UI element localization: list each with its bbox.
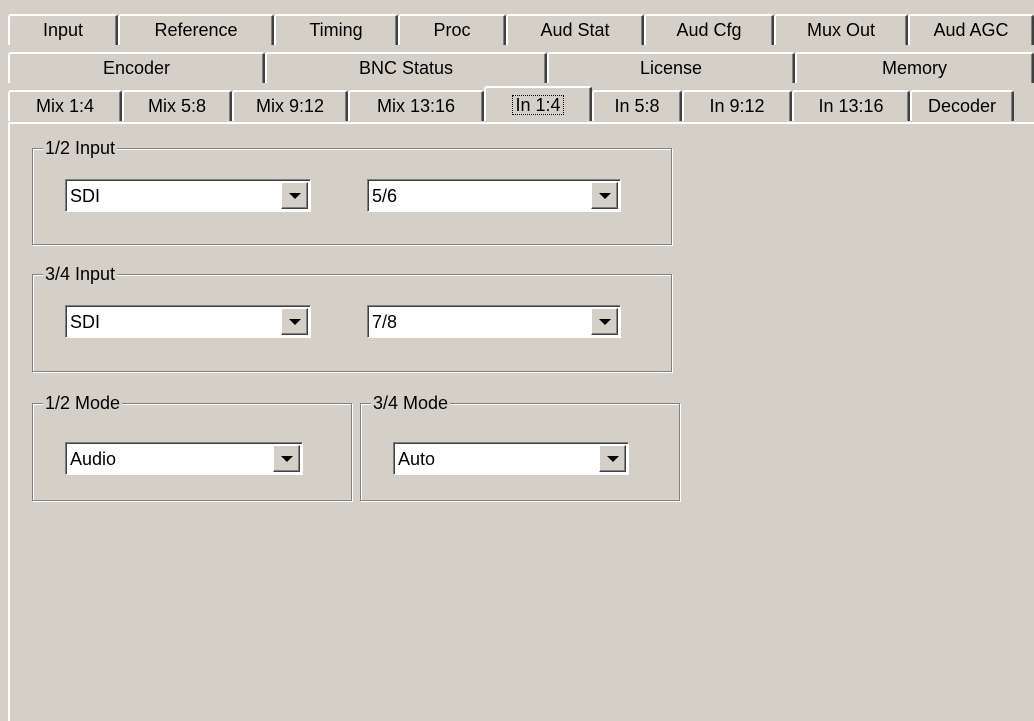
chevron-down-icon xyxy=(598,192,611,199)
chevron-down-icon xyxy=(606,455,619,462)
select-value: SDI xyxy=(70,186,101,206)
tab-page-in-1-4: 1/2 Input SDI 5/6 3/4 Input SDI 7/8 1/2 … xyxy=(8,122,1034,721)
select-value: 5/6 xyxy=(372,186,398,206)
group-mode-3-4: 3/4 Mode Auto xyxy=(360,392,680,501)
tab-label: Mix 13:16 xyxy=(376,96,456,116)
chevron-down-icon xyxy=(288,318,301,325)
group-input-3-4: 3/4 Input SDI 7/8 xyxy=(32,263,672,372)
chevron-down-icon xyxy=(280,455,293,462)
tab-decoder[interactable]: Decoder xyxy=(910,90,1014,121)
tab-label: Aud Cfg xyxy=(676,20,742,40)
group-title: 1/2 Mode xyxy=(43,392,123,414)
input-1-2-pair-select[interactable]: 5/6 xyxy=(367,179,621,212)
mode-3-4-select[interactable]: Auto xyxy=(393,442,629,475)
tab-label: Proc xyxy=(433,20,471,40)
tab-timing[interactable]: Timing xyxy=(274,14,398,45)
input-1-2-source-select[interactable]: SDI xyxy=(65,179,311,212)
chevron-down-icon xyxy=(598,318,611,325)
tab-aud-stat[interactable]: Aud Stat xyxy=(506,14,644,45)
tab-label: Reference xyxy=(154,20,238,40)
group-title: 3/4 Mode xyxy=(371,392,451,414)
tab-in-13-16[interactable]: In 13:16 xyxy=(792,90,910,121)
tab-label: License xyxy=(639,58,703,78)
tab-label: Timing xyxy=(309,20,363,40)
tab-mix-9-12[interactable]: Mix 9:12 xyxy=(232,90,348,121)
group-mode-1-2: 1/2 Mode Audio xyxy=(32,392,352,501)
select-value: SDI xyxy=(70,312,101,332)
tab-in-5-8[interactable]: In 5:8 xyxy=(592,90,682,121)
tab-reference[interactable]: Reference xyxy=(118,14,274,45)
tab-mix-13-16[interactable]: Mix 13:16 xyxy=(348,90,484,121)
select-value: Audio xyxy=(70,449,117,469)
tab-in-1-4[interactable]: In 1:4 xyxy=(484,86,592,121)
tab-label: Input xyxy=(42,20,84,40)
tab-label: Mux Out xyxy=(806,20,876,40)
tab-label: Mix 1:4 xyxy=(35,96,95,116)
tab-label: Mix 9:12 xyxy=(255,96,325,116)
group-input-1-2: 1/2 Input SDI 5/6 xyxy=(32,137,672,245)
tab-aud-agc[interactable]: Aud AGC xyxy=(908,14,1034,45)
tab-label: Aud AGC xyxy=(933,20,1009,40)
tab-encoder[interactable]: Encoder xyxy=(8,52,265,83)
tab-mix-1-4[interactable]: Mix 1:4 xyxy=(8,90,122,121)
tab-label: Aud Stat xyxy=(540,20,610,40)
input-3-4-pair-select[interactable]: 7/8 xyxy=(367,305,621,338)
tab-in-9-12[interactable]: In 9:12 xyxy=(682,90,792,121)
tab-label: BNC Status xyxy=(358,58,454,78)
chevron-down-icon xyxy=(288,192,301,199)
mode-1-2-select[interactable]: Audio xyxy=(65,442,303,475)
tab-mux-out[interactable]: Mux Out xyxy=(774,14,908,45)
tab-label: In 9:12 xyxy=(709,96,765,116)
select-value: Auto xyxy=(398,449,436,469)
tab-proc[interactable]: Proc xyxy=(398,14,506,45)
dropdown-button[interactable] xyxy=(591,182,618,209)
tab-row-1: Input Reference Timing Proc Aud Stat Aud… xyxy=(8,14,1034,45)
group-title: 1/2 Input xyxy=(43,137,118,159)
tab-label: Encoder xyxy=(102,58,171,78)
dropdown-button[interactable] xyxy=(281,182,308,209)
dropdown-button[interactable] xyxy=(591,308,618,335)
group-title: 3/4 Input xyxy=(43,263,118,285)
tab-label: Memory xyxy=(881,58,947,78)
tab-label: Mix 5:8 xyxy=(147,96,207,116)
tab-label: In 5:8 xyxy=(614,96,660,116)
tab-label: In 13:16 xyxy=(818,96,884,116)
tab-row-3: Mix 1:4 Mix 5:8 Mix 9:12 Mix 13:16 In 1:… xyxy=(8,86,1014,121)
tab-mix-5-8[interactable]: Mix 5:8 xyxy=(122,90,232,121)
dropdown-button[interactable] xyxy=(273,445,300,472)
tab-license[interactable]: License xyxy=(547,52,795,83)
dropdown-button[interactable] xyxy=(281,308,308,335)
dropdown-button[interactable] xyxy=(599,445,626,472)
tab-bnc-status[interactable]: BNC Status xyxy=(265,52,547,83)
tab-label: Decoder xyxy=(927,96,997,116)
tab-row-2: Encoder BNC Status License Memory xyxy=(8,52,1034,83)
tab-memory[interactable]: Memory xyxy=(795,52,1034,83)
tab-aud-cfg[interactable]: Aud Cfg xyxy=(644,14,774,45)
tab-input[interactable]: Input xyxy=(8,14,118,45)
select-value: 7/8 xyxy=(372,312,398,332)
tab-label: In 1:4 xyxy=(512,94,564,115)
input-3-4-source-select[interactable]: SDI xyxy=(65,305,311,338)
